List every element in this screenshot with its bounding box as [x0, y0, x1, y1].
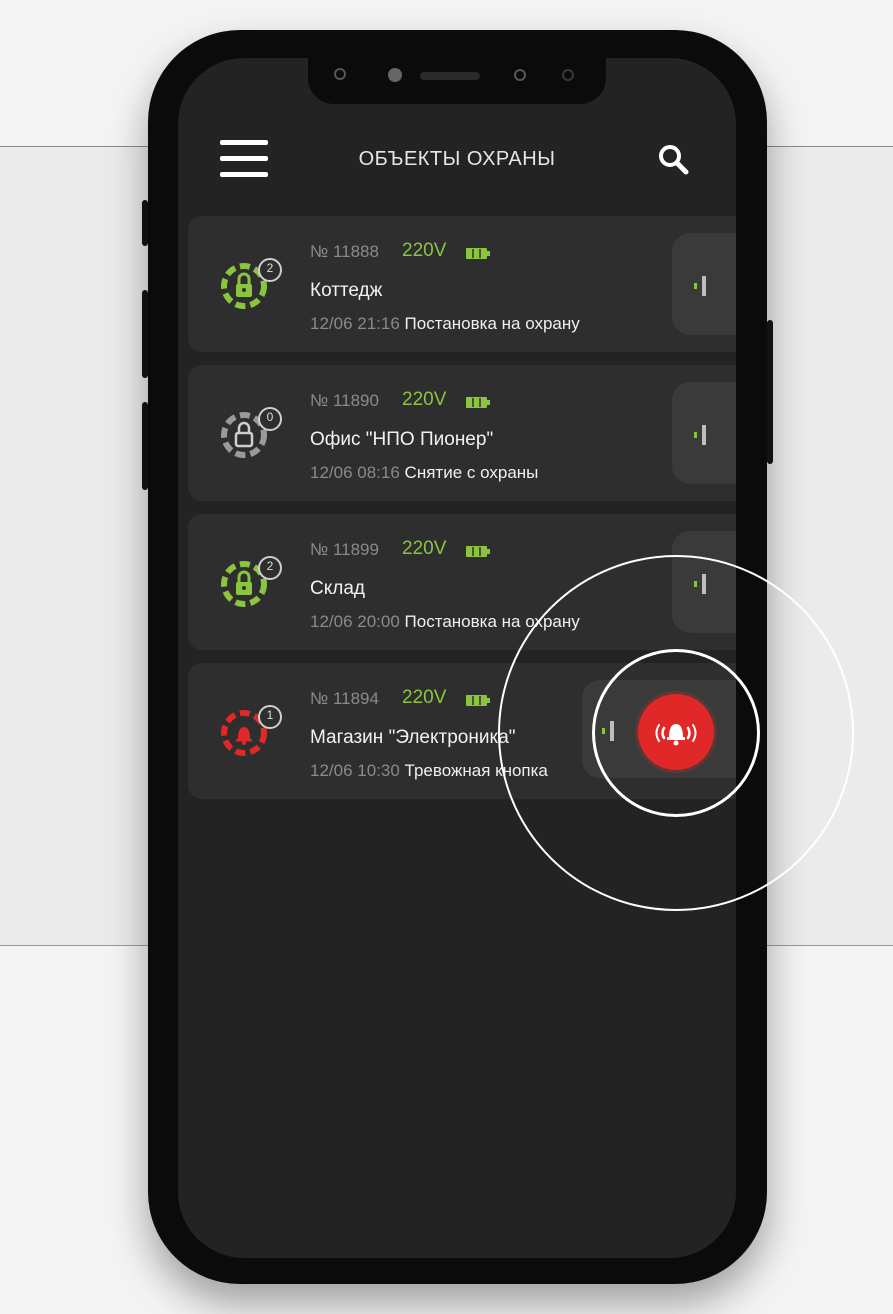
last-event: 12/06 21:16 Постановка на охрану [310, 314, 580, 334]
object-number: № 11890 [310, 391, 379, 410]
signal-icon [694, 422, 708, 446]
power-voltage: 220V [402, 538, 447, 559]
object-name: Коттедж [310, 280, 383, 301]
notch-camera [388, 68, 402, 82]
armed-lock-icon: 2 [216, 552, 292, 612]
search-icon[interactable] [656, 142, 692, 178]
object-card[interactable]: 0 № 11890 220V Офис "НПО Пионер" 12/06 0… [188, 365, 736, 501]
power-voltage: 220V [402, 240, 447, 261]
object-name: Офис "НПО Пионер" [310, 429, 494, 450]
notch-speaker [420, 72, 480, 80]
armed-lock-icon: 2 [216, 254, 292, 314]
battery-icon [466, 693, 490, 706]
highlight-ring-outer [498, 555, 854, 911]
phone-volume-down [142, 402, 148, 490]
page-title: ОБЪЕКТЫ ОХРАНЫ [358, 148, 556, 170]
last-event: 12/06 08:16 Снятие с охраны [310, 463, 538, 483]
power-voltage: 220V [402, 687, 447, 708]
swipe-action-panel[interactable] [672, 382, 736, 484]
alarm-bell-icon: 1 [216, 701, 292, 761]
event-text: Снятие с охраны [404, 463, 539, 482]
object-name: Магазин "Электроника" [310, 727, 516, 748]
battery-icon [466, 544, 490, 557]
phone-side-button [142, 200, 148, 246]
sensor-count-badge: 1 [266, 708, 274, 722]
object-number: № 11888 [310, 242, 379, 261]
event-time: 12/06 20:00 [310, 612, 400, 631]
app-header: ОБЪЕКТЫ ОХРАНЫ [178, 118, 736, 198]
event-time: 12/06 21:16 [310, 314, 400, 333]
battery-icon [466, 395, 490, 408]
phone-notch [308, 58, 606, 104]
disarmed-lock-icon: 0 [216, 403, 292, 463]
swipe-action-panel[interactable] [672, 233, 736, 335]
sensor-count-badge: 2 [266, 559, 274, 573]
sensor-count-badge: 2 [266, 261, 274, 275]
notch-sensor [334, 68, 346, 80]
object-card[interactable]: 2 № 11888 220V Коттедж 12/06 21:16 Поста… [188, 216, 736, 352]
power-voltage: 220V [402, 389, 447, 410]
notch-sensor [514, 69, 526, 81]
object-number: № 11894 [310, 689, 379, 708]
notch-sensor [562, 69, 574, 81]
battery-icon [466, 246, 490, 259]
sensor-count-badge: 0 [266, 410, 274, 424]
object-number: № 11899 [310, 540, 379, 559]
event-time: 12/06 08:16 [310, 463, 400, 482]
event-time: 12/06 10:30 [310, 761, 400, 780]
signal-icon [694, 273, 708, 297]
event-text: Постановка на охрану [404, 314, 580, 333]
phone-power-button [767, 320, 773, 464]
phone-volume-up [142, 290, 148, 378]
object-name: Склад [310, 578, 365, 599]
